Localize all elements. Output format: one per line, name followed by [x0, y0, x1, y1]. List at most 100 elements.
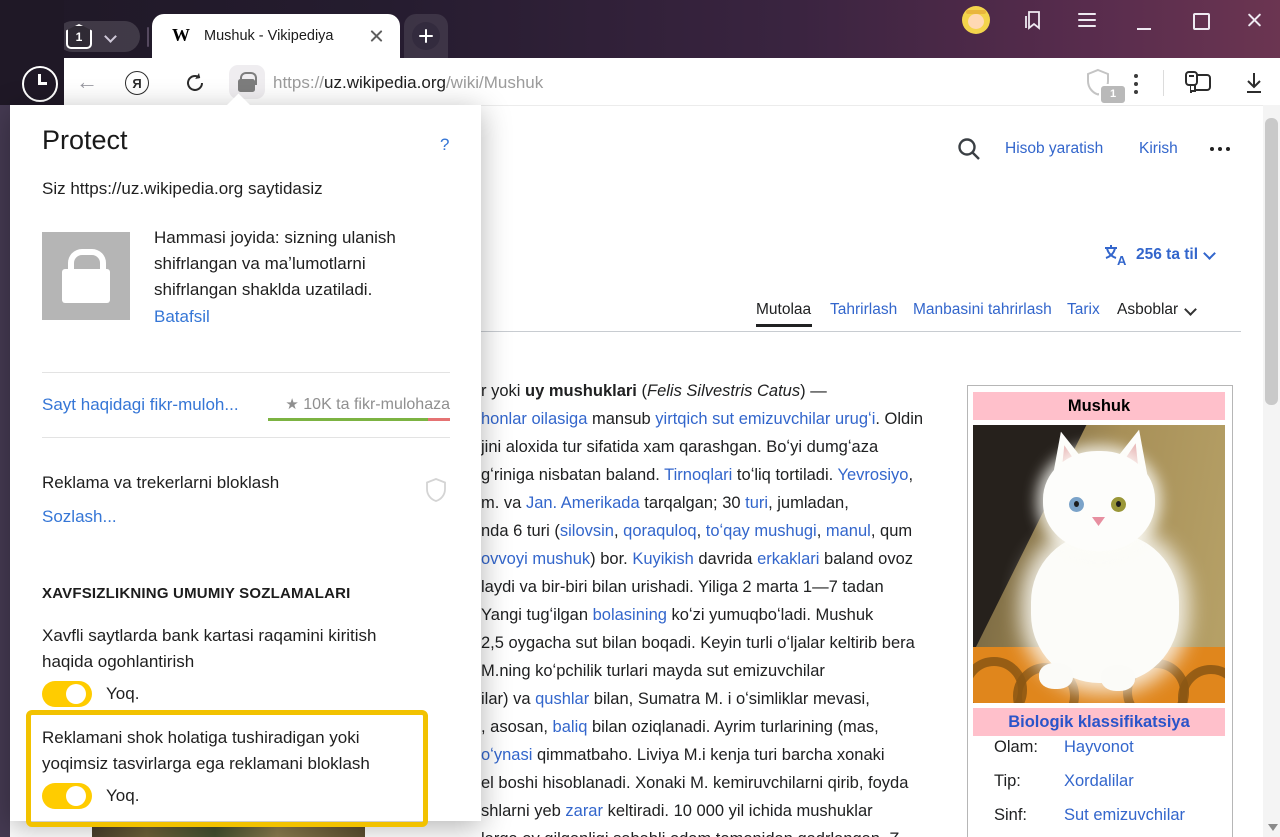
article-link[interactable]: silovsin	[560, 522, 614, 540]
article-text-segment: . Oldin	[875, 410, 923, 428]
scrollbar-thumb[interactable]	[1265, 118, 1278, 405]
article-line: oʻynasi qimmatbaho. Liviya M.i kenja tur…	[481, 741, 956, 769]
language-selector[interactable]: A 256 ta til	[1103, 243, 1214, 267]
bank-warning-toggle[interactable]	[42, 681, 92, 707]
tab-tahrirlash[interactable]: Tahrirlash	[830, 301, 897, 319]
downloads-icon[interactable]	[1241, 70, 1267, 96]
article-link[interactable]: honlar oilasiga	[481, 410, 587, 428]
article-link[interactable]: Kuyikish	[632, 550, 693, 568]
article-text-segment: koʻzi yumuqboʻladi. Mushuk	[667, 606, 873, 624]
details-link[interactable]: Batafsil	[154, 307, 210, 327]
bookmarks-panel-icon[interactable]	[1022, 8, 1046, 32]
tab-asboblar[interactable]: Asboblar	[1117, 301, 1178, 319]
collections-icon[interactable]	[1182, 68, 1214, 98]
article-link[interactable]: toʻqay mushugi	[706, 522, 817, 540]
article-link[interactable]: yirtqich sut emizuvchilar urugʻi	[655, 410, 875, 428]
article-text-segment: , asosan,	[481, 718, 553, 736]
article-link[interactable]: zarar	[565, 802, 603, 820]
article-line: nda 6 turi (silovsin, qoraquloq, toʻqay …	[481, 517, 956, 545]
article-text-segment: laydi va bir-biri bilan urishadi. Yiliga…	[481, 578, 884, 596]
article-text-segment: m. va	[481, 494, 526, 512]
taxobox-section-header[interactable]: Biologik klassifikatsiya	[973, 708, 1225, 736]
article-link[interactable]: manul	[826, 522, 871, 540]
tab-tarix[interactable]: Tarix	[1067, 301, 1100, 319]
language-count-label: 256 ta til	[1136, 246, 1198, 264]
left-sidebar-strip	[0, 105, 10, 837]
help-link[interactable]: ?	[440, 135, 449, 155]
protect-title: Protect	[42, 125, 128, 156]
article-line: m. va Jan. Amerikada tarqalgan; 30 turi,…	[481, 489, 956, 517]
url-scheme: https://	[273, 73, 324, 92]
article-text-segment: 2,5 oygacha sut bilan boqadi. Keyin turl…	[481, 634, 915, 652]
taxobox-row-value[interactable]: Xordalilar	[1064, 772, 1134, 791]
taxobox-title: Mushuk	[973, 392, 1225, 420]
bank-warning-label-2: haqida ogohlantirish	[42, 652, 194, 672]
article-text-segment: ) —	[800, 382, 827, 400]
minimize-button[interactable]	[1137, 28, 1151, 30]
site-identity-text: Siz https://uz.wikipedia.org saytidasiz	[42, 179, 323, 199]
scrollbar-down-arrow[interactable]	[1268, 824, 1278, 831]
article-line: ovvoyi mushuk) bor. Kuyikish davrida erk…	[481, 545, 956, 573]
protect-shield-icon[interactable]: 1	[1085, 68, 1119, 102]
bank-warning-toggle-state: Yoq.	[106, 684, 139, 704]
article-link[interactable]: turi	[745, 494, 768, 512]
cat-photo[interactable]	[973, 425, 1225, 703]
article-text-segment: Felis Silvestris Catus	[647, 382, 800, 400]
tab-close-icon[interactable]	[368, 27, 386, 45]
taxobox: Mushuk Biologik klassifikatsiya Olam: Ha…	[967, 385, 1233, 837]
divider	[42, 372, 450, 373]
article-text-segment: tarqalgan; 30	[640, 494, 746, 512]
login-link[interactable]: Kirish	[1139, 140, 1178, 158]
article-line: el boshi hisoblanadi. Xonaki M. kemiruvc…	[481, 769, 956, 797]
article-line: Yangi tugʻilgan bolasining koʻzi yumuqbo…	[481, 601, 956, 629]
article-link[interactable]: Tirnoqlari	[664, 466, 732, 484]
header-more-icon[interactable]	[1210, 146, 1232, 152]
chevron-down-icon[interactable]	[104, 30, 117, 43]
create-account-link[interactable]: Hisob yaratish	[1005, 140, 1103, 158]
article-link[interactable]: oʻynasi	[481, 746, 532, 764]
new-tab-area	[404, 14, 448, 58]
site-feedback-link[interactable]: Sayt haqidagi fikr-muloh...	[42, 395, 239, 415]
article-link[interactable]: Jan. Amerikada	[526, 494, 640, 512]
maximize-button[interactable]	[1193, 13, 1210, 30]
tab-manbasini-tahrirlash[interactable]: Manbasini tahrirlash	[913, 301, 1052, 319]
article-link[interactable]: qoraquloq	[623, 522, 696, 540]
article-text: r yoki uy mushuklari (Felis Silvestris C…	[481, 377, 956, 837]
taxobox-row-label: Tip:	[994, 772, 1021, 791]
back-icon[interactable]: ←	[76, 70, 100, 94]
article-line: jini aloxida tur sifatida xam qarashgan.…	[481, 433, 956, 461]
tabs-bottom-border	[481, 331, 1241, 332]
search-icon[interactable]	[956, 136, 982, 162]
menu-icon[interactable]	[1078, 10, 1098, 30]
article-link[interactable]: erkaklari	[757, 550, 819, 568]
article-link[interactable]: qushlar	[535, 690, 589, 708]
close-button[interactable]	[1245, 11, 1263, 29]
site-security-lock-icon[interactable]	[229, 65, 265, 99]
adblock-settings-link[interactable]: Sozlash...	[42, 507, 117, 527]
rating-bar	[268, 418, 450, 421]
article-link[interactable]: bolasining	[593, 606, 667, 624]
refresh-icon[interactable]	[184, 72, 206, 94]
toolbar-more-icon[interactable]	[1134, 74, 1138, 96]
browser-tab-bar: 1 W Mushuk - Vikipediya	[0, 0, 1280, 58]
new-tab-button[interactable]	[412, 22, 440, 50]
address-bar-url[interactable]: https://uz.wikipedia.org/wiki/Mushuk	[273, 73, 543, 93]
protect-panel: Protect ? Siz https://uz.wikipedia.org s…	[10, 105, 481, 821]
user-avatar[interactable]	[962, 6, 990, 34]
yandex-logo-icon[interactable]: Я	[125, 71, 149, 95]
history-clock-icon[interactable]	[22, 66, 58, 102]
article-text-segment: keltiradi. 10 000 yil ichida mushuklar	[603, 802, 873, 820]
article-text-segment: Yangi tugʻilgan	[481, 606, 593, 624]
article-line: honlar oilasiga mansub yirtqich sut emiz…	[481, 405, 956, 433]
taxobox-row-value[interactable]: Hayvonot	[1064, 738, 1134, 757]
article-line: M.ning koʻpchilik turlari mayda sut emiz…	[481, 657, 956, 685]
tab-group-count-badge: 1	[66, 24, 92, 49]
article-link[interactable]: Yevrosiyo	[838, 466, 909, 484]
active-tab[interactable]: W Mushuk - Vikipediya	[152, 14, 400, 58]
taxobox-row-value[interactable]: Sut emizuvchilar	[1064, 806, 1185, 825]
article-link[interactable]: baliq	[553, 718, 588, 736]
tab-mutolaa[interactable]: Mutolaa	[756, 301, 811, 319]
shock-ads-toggle[interactable]	[42, 783, 92, 809]
tab-group-button[interactable]: 1	[57, 21, 140, 52]
article-link[interactable]: ovvoyi mushuk	[481, 550, 590, 568]
